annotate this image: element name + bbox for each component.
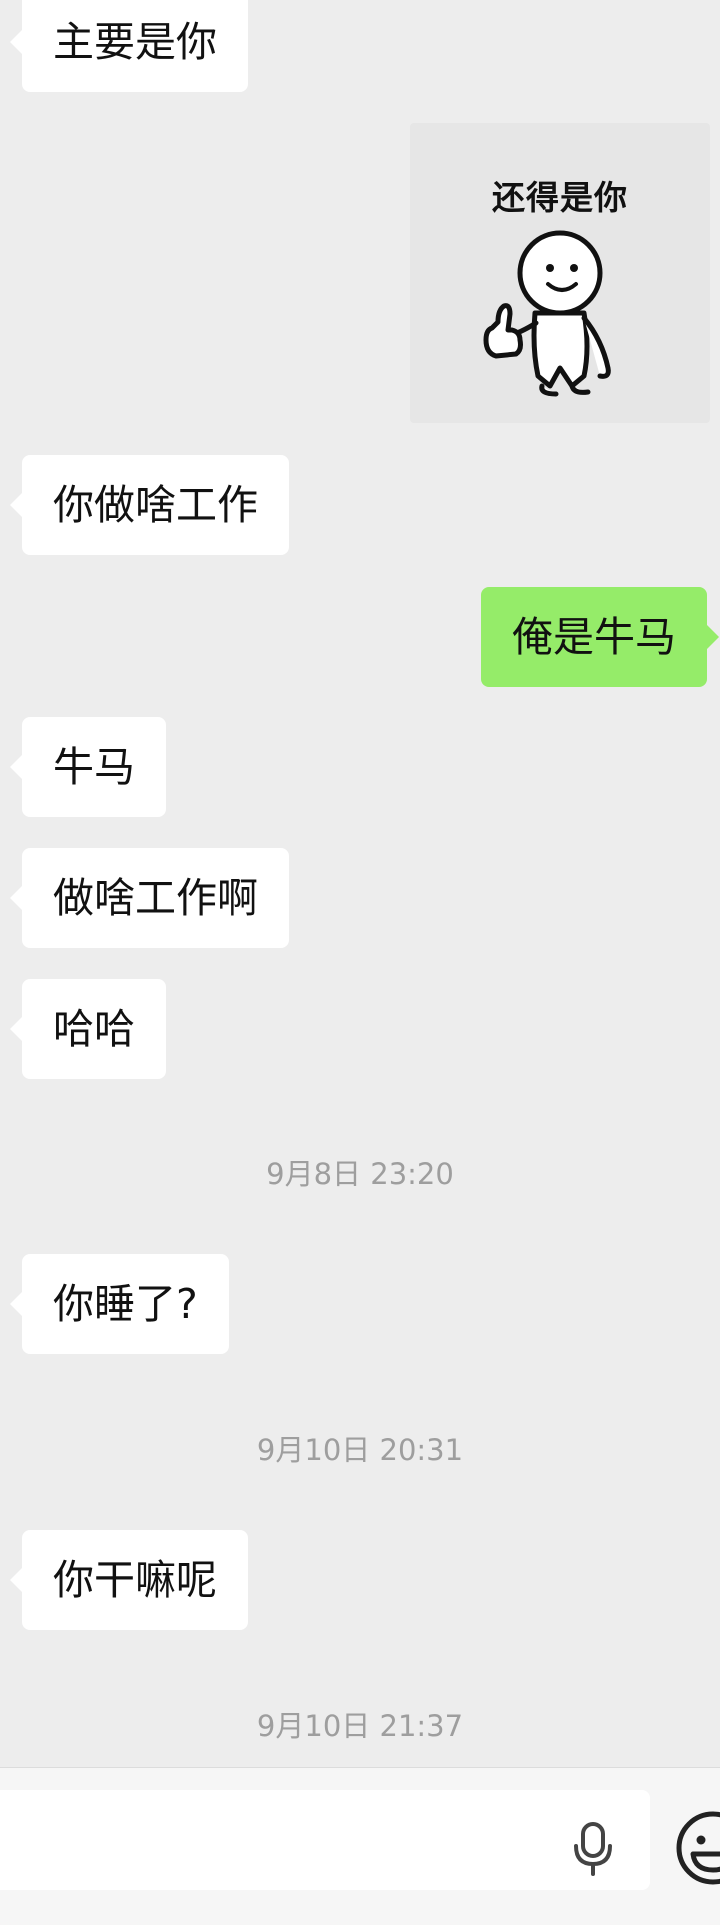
message-bubble-incoming[interactable]: 你干嘛呢 xyxy=(10,1530,248,1630)
thumbs-up-figure-icon xyxy=(483,230,611,397)
microphone-icon[interactable] xyxy=(570,1820,616,1876)
timestamp: 9月10日 20:31 xyxy=(256,1433,464,1467)
message-text: 你干嘛呢 xyxy=(53,1556,217,1604)
message-bubble-incoming[interactable]: 你睡了? xyxy=(10,1254,229,1354)
message-text: 做啥工作啊 xyxy=(53,874,258,922)
timestamp: 9月10日 21:37 xyxy=(256,1709,464,1743)
message-bubble-incoming[interactable]: 做啥工作啊 xyxy=(10,848,289,948)
emoji-icon[interactable] xyxy=(673,1808,720,1888)
message-bubble-outgoing[interactable]: 俺是牛马 xyxy=(481,587,719,687)
message-bubble-incoming[interactable]: 哈哈 xyxy=(10,979,166,1079)
timestamp: 9月8日 23:20 xyxy=(266,1157,454,1191)
message-bubble-incoming[interactable]: 牛马 xyxy=(10,717,166,817)
message-text: 牛马 xyxy=(53,743,135,791)
chat-area[interactable]: 主要是你 还得是你 你做啥工作 俺是牛马 牛马 做啥工作啊 哈哈 9月8日 23… xyxy=(0,0,720,1767)
message-text: 你睡了? xyxy=(53,1280,198,1328)
message-text: 俺是牛马 xyxy=(512,613,676,661)
input-bar xyxy=(0,1767,720,1925)
message-input[interactable] xyxy=(0,1790,650,1890)
message-bubble-incoming[interactable]: 你做啥工作 xyxy=(10,455,289,555)
message-text: 主要是你 xyxy=(53,18,217,66)
message-text: 你做啥工作 xyxy=(53,481,258,529)
sticker-message[interactable]: 还得是你 xyxy=(410,123,710,423)
message-text: 哈哈 xyxy=(53,1005,135,1053)
sticker-caption: 还得是你 xyxy=(492,178,628,217)
message-bubble-incoming[interactable]: 主要是你 xyxy=(10,0,248,92)
